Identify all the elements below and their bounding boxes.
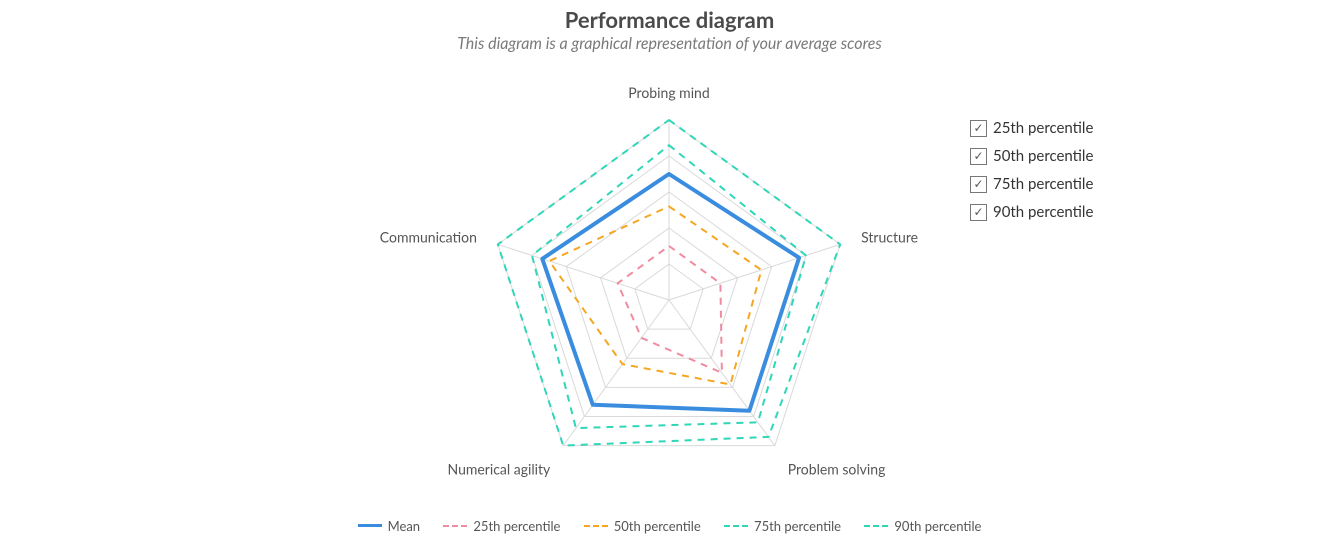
legend-swatch — [864, 525, 888, 527]
legend: Mean 25th percentile 50th percentile 75t… — [0, 514, 1339, 534]
chart-title: Performance diagram — [0, 6, 1339, 33]
legend-item-75th[interactable]: 75th percentile — [724, 518, 841, 534]
chart-subtitle: This diagram is a graphical representati… — [0, 34, 1339, 53]
radar-chart: Probing mind Structure Problem solving Nume… — [369, 80, 969, 510]
toggle-label: 90th percentile — [993, 203, 1093, 221]
legend-swatch — [443, 525, 467, 527]
svg-text:Problem solving: Problem solving — [788, 461, 886, 478]
legend-label: 90th percentile — [894, 518, 981, 534]
legend-item-mean[interactable]: Mean — [358, 518, 420, 534]
percentile-toggles: ✓ 25th percentile ✓ 50th percentile ✓ 75… — [970, 114, 1093, 226]
legend-swatch — [724, 525, 748, 527]
page: Performance diagram This diagram is a gr… — [0, 0, 1339, 547]
toggle-label: 75th percentile — [993, 175, 1093, 193]
legend-item-50th[interactable]: 50th percentile — [584, 518, 701, 534]
svg-text:Structure: Structure — [861, 228, 918, 245]
legend-label: 75th percentile — [754, 518, 841, 534]
checkbox-icon: ✓ — [970, 204, 987, 221]
checkbox-icon: ✓ — [970, 120, 987, 137]
legend-label: Mean — [388, 518, 420, 534]
legend-label: 25th percentile — [473, 518, 560, 534]
toggle-label: 25th percentile — [993, 119, 1093, 137]
legend-label: 50th percentile — [614, 518, 701, 534]
svg-text:Numerical agility: Numerical agility — [448, 461, 552, 478]
chart-area: Probing mind Structure Problem solving Nume… — [0, 80, 1339, 510]
checkbox-icon: ✓ — [970, 176, 987, 193]
legend-item-25th[interactable]: 25th percentile — [443, 518, 560, 534]
legend-swatch — [358, 524, 382, 527]
checkbox-icon: ✓ — [970, 148, 987, 165]
toggle-90th[interactable]: ✓ 90th percentile — [970, 198, 1093, 226]
svg-text:Probing mind: Probing mind — [628, 84, 709, 101]
legend-swatch — [584, 525, 608, 527]
toggle-25th[interactable]: ✓ 25th percentile — [970, 114, 1093, 142]
toggle-label: 50th percentile — [993, 147, 1093, 165]
toggle-75th[interactable]: ✓ 75th percentile — [970, 170, 1093, 198]
toggle-50th[interactable]: ✓ 50th percentile — [970, 142, 1093, 170]
svg-text:Communication: Communication — [380, 228, 477, 245]
legend-item-90th[interactable]: 90th percentile — [864, 518, 981, 534]
